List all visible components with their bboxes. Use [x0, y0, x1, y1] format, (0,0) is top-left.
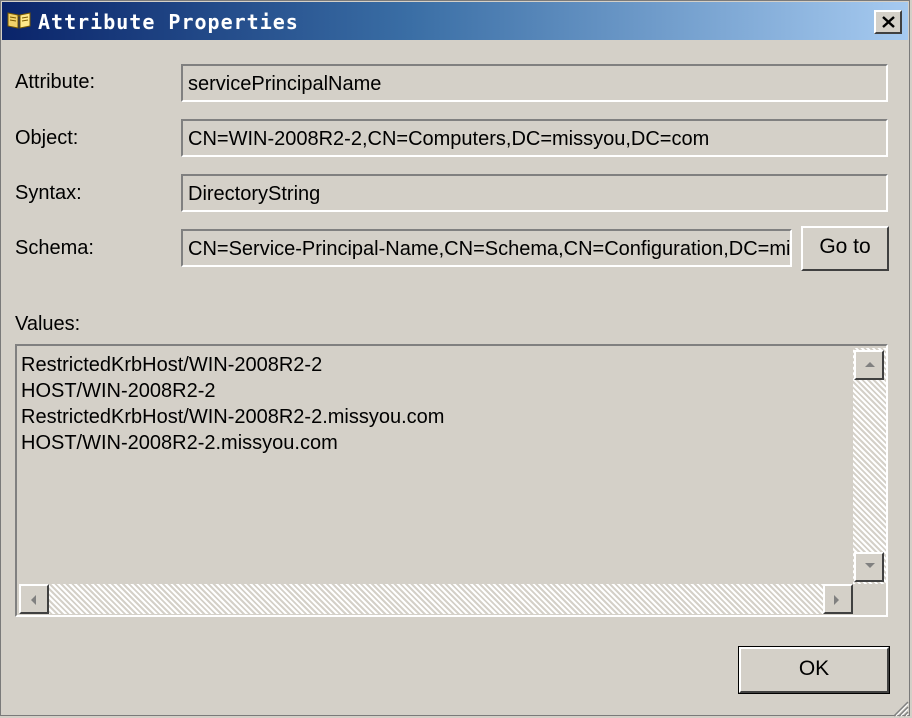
- syntax-label: Syntax:: [15, 182, 82, 204]
- attribute-label: Attribute:: [15, 71, 96, 93]
- scroll-up-button[interactable]: [854, 350, 884, 380]
- syntax-field[interactable]: DirectoryString: [181, 174, 888, 212]
- title-bar[interactable]: Attribute Properties: [2, 2, 908, 40]
- list-item[interactable]: RestrictedKrbHost/WIN-2008R2-2: [21, 352, 444, 378]
- close-x-icon: [882, 16, 895, 28]
- scroll-right-button[interactable]: [823, 584, 853, 614]
- go-to-button[interactable]: Go to: [801, 226, 889, 271]
- object-field[interactable]: CN=WIN-2008R2-2,CN=Computers,DC=missyou,…: [181, 119, 888, 157]
- attribute-field[interactable]: servicePrincipalName: [181, 64, 888, 102]
- values-label: Values:: [15, 313, 81, 335]
- ok-button[interactable]: OK: [738, 646, 890, 694]
- schema-field[interactable]: CN=Service-Principal-Name,CN=Schema,CN=C…: [181, 229, 792, 267]
- attribute-properties-dialog: Attribute Properties Attribute: serviceP…: [0, 0, 910, 717]
- horizontal-scrollbar[interactable]: [19, 584, 853, 614]
- list-item[interactable]: HOST/WIN-2008R2-2.missyou.com: [21, 430, 444, 456]
- resize-grip-icon[interactable]: [891, 699, 909, 717]
- window-title: Attribute Properties: [38, 10, 299, 34]
- scroll-left-button[interactable]: [19, 584, 49, 614]
- list-item[interactable]: HOST/WIN-2008R2-2: [21, 378, 444, 404]
- schema-label: Schema:: [15, 237, 94, 259]
- arrow-right-icon: [834, 595, 839, 605]
- arrow-down-icon: [865, 563, 875, 568]
- arrow-left-icon: [31, 595, 36, 605]
- values-list[interactable]: RestrictedKrbHost/WIN-2008R2-2 HOST/WIN-…: [15, 344, 888, 617]
- arrow-up-icon: [865, 362, 875, 367]
- vertical-scrollbar[interactable]: [853, 348, 886, 584]
- open-book-icon: [6, 9, 32, 31]
- list-item[interactable]: RestrictedKrbHost/WIN-2008R2-2.missyou.c…: [21, 404, 444, 430]
- object-label: Object:: [15, 127, 79, 149]
- scroll-down-button[interactable]: [854, 552, 884, 582]
- values-items: RestrictedKrbHost/WIN-2008R2-2 HOST/WIN-…: [21, 352, 444, 456]
- close-button[interactable]: [874, 10, 902, 34]
- scrollbar-corner: [853, 584, 886, 614]
